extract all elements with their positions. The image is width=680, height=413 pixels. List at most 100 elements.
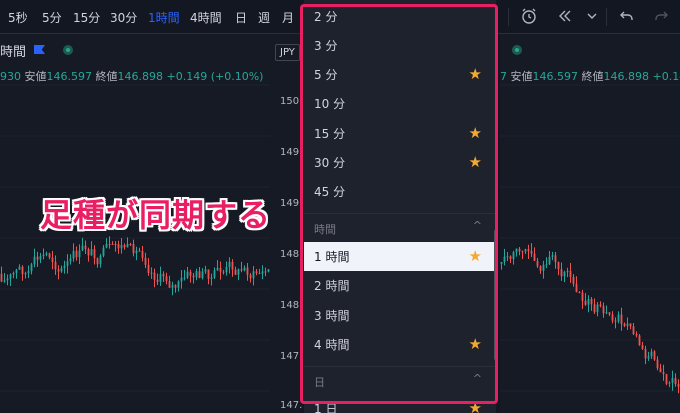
toolbar-divider	[508, 8, 509, 26]
candle-body	[33, 256, 36, 265]
candle-body	[96, 258, 99, 265]
star-icon[interactable]: ★	[469, 65, 482, 83]
candle-body	[60, 268, 63, 272]
candle-body	[39, 256, 42, 260]
star-icon[interactable]: ★	[469, 124, 482, 142]
candle-body	[162, 273, 165, 277]
chevron-down-icon[interactable]	[586, 7, 598, 29]
candle-body	[213, 270, 216, 278]
candle-body	[231, 261, 234, 270]
timeframe-day[interactable]: 日	[235, 9, 247, 26]
candle-body	[542, 264, 545, 271]
candle-body	[674, 378, 677, 385]
chevron-up-icon: ^	[472, 372, 482, 385]
candle-body	[0, 274, 3, 282]
left-ohlc-line: 930 安値146.597 終値146.898 +0.149 (+0.10%)	[0, 68, 263, 84]
dropdown-scrollbar[interactable]	[494, 230, 497, 360]
candle-body	[512, 252, 515, 260]
candle-body	[105, 244, 108, 248]
candle-body	[132, 244, 135, 254]
dropdown-item-15m[interactable]: 15 分 ★	[304, 119, 496, 148]
item-label: 2 分	[314, 10, 338, 24]
section-label: 日	[314, 376, 325, 389]
candle-body	[557, 262, 560, 270]
candle-body	[153, 272, 156, 280]
candle-body	[608, 312, 611, 315]
timeframe-30m[interactable]: 30分	[110, 9, 137, 26]
candle-body	[9, 274, 12, 279]
candle-body	[171, 285, 174, 288]
right-chart-pane[interactable]	[500, 34, 680, 413]
candle-body	[641, 345, 644, 349]
candle-body	[596, 304, 599, 313]
timeframe-15m[interactable]: 15分	[73, 9, 100, 26]
candle-body	[204, 269, 207, 272]
dropdown-item-1h[interactable]: 1 時間 ★	[304, 242, 496, 271]
candle-body	[168, 281, 171, 288]
dropdown-item-10m[interactable]: 10 分	[304, 89, 496, 118]
candle-body	[536, 260, 539, 267]
candle-body	[665, 374, 668, 384]
timeframe-4h[interactable]: 4時間	[190, 9, 222, 26]
redo-icon[interactable]	[652, 7, 670, 29]
section-label: 時間	[314, 223, 336, 236]
annotation-text: 足種が同期する	[40, 196, 272, 234]
candle-body	[18, 266, 21, 270]
candle-body	[15, 269, 18, 274]
candle-body	[515, 248, 518, 253]
candle-body	[78, 250, 81, 258]
dropdown-item-5m[interactable]: 5 分 ★	[304, 60, 496, 89]
timeframe-1h[interactable]: 1時間	[148, 9, 180, 26]
star-icon[interactable]: ★	[469, 335, 482, 353]
candle-body	[264, 271, 267, 273]
status-dot-icon	[63, 45, 73, 55]
candle-body	[81, 245, 84, 251]
candle-body	[222, 271, 225, 273]
section-header-days[interactable]: 日 ^	[304, 366, 496, 394]
candle-body	[120, 245, 123, 249]
star-icon[interactable]: ★	[469, 153, 482, 171]
dropdown-item-1d[interactable]: 1 日 ★	[304, 394, 496, 413]
candle-body	[503, 256, 506, 263]
item-label: 4 時間	[314, 338, 350, 352]
dropdown-item-2h[interactable]: 2 時間	[304, 271, 496, 300]
candle-body	[521, 251, 524, 253]
dropdown-item-2m[interactable]: 2 分	[304, 2, 496, 31]
candle-body	[548, 256, 551, 265]
timeframe-5m[interactable]: 5分	[42, 9, 62, 26]
timeframe-5s[interactable]: 5秒	[8, 9, 28, 26]
change-value: +0.149 (+	[652, 70, 680, 83]
item-label: 10 分	[314, 97, 346, 111]
candle-body	[93, 249, 96, 259]
candle-body	[219, 267, 222, 272]
dropdown-item-4h[interactable]: 4 時間 ★	[304, 330, 496, 359]
candle-body	[156, 279, 159, 282]
dropdown-item-30m[interactable]: 30 分 ★	[304, 148, 496, 177]
candle-body	[578, 292, 581, 294]
rewind-icon[interactable]	[556, 7, 574, 29]
candle-body	[240, 269, 243, 271]
candle-body	[533, 253, 536, 261]
candle-body	[225, 266, 228, 273]
item-label: 5 分	[314, 68, 338, 82]
star-icon[interactable]: ★	[469, 399, 482, 413]
currency-label[interactable]: JPY	[275, 44, 300, 61]
dropdown-item-3m[interactable]: 3 分	[304, 31, 496, 60]
timeframe-month[interactable]: 月	[282, 9, 294, 26]
candle-body	[189, 271, 192, 276]
alarm-add-icon[interactable]	[520, 7, 538, 29]
candle-body	[87, 249, 90, 256]
undo-icon[interactable]	[618, 7, 636, 29]
dropdown-item-45m[interactable]: 45 分	[304, 177, 496, 206]
section-header-hours[interactable]: 時間 ^	[304, 213, 496, 241]
candle-body	[237, 269, 240, 275]
candle-body	[51, 257, 54, 262]
timeframe-week[interactable]: 週	[258, 9, 270, 26]
star-icon[interactable]: ★	[469, 247, 482, 265]
candle-body	[228, 261, 231, 267]
price-tick: 149.	[280, 198, 303, 209]
candle-body	[66, 261, 69, 266]
candle-body	[135, 250, 138, 254]
dropdown-item-3h[interactable]: 3 時間	[304, 301, 496, 330]
item-label: 30 分	[314, 156, 346, 170]
